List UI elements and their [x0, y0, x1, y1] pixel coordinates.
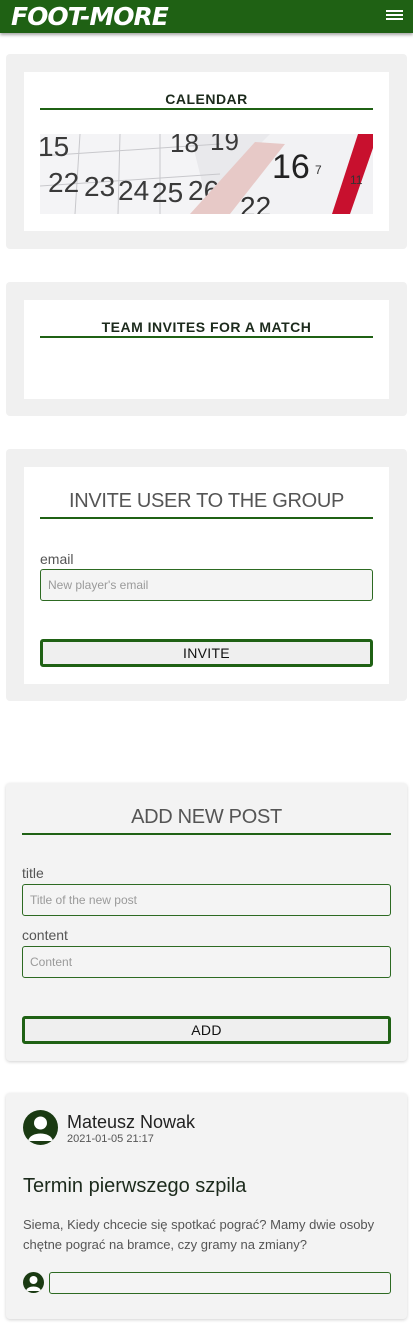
calendar-image: 15 22 23 24 25 26 18 19 16 7 11 22: [40, 134, 373, 214]
invite-user-card: INVITE USER TO THE GROUP email INVITE: [24, 467, 389, 684]
svg-text:25: 25: [152, 177, 183, 208]
app-logo[interactable]: FOOT-MORE: [11, 2, 169, 32]
calendar-card: CALENDAR 15 22 23 24 25 26 18 19 16 7 11…: [24, 72, 389, 231]
post-author[interactable]: Mateusz Nowak: [67, 1112, 195, 1132]
email-label: email: [40, 551, 74, 567]
post-timestamp: 2021-01-05 21:17: [67, 1133, 154, 1145]
add-post-button-label: ADD: [191, 1022, 222, 1038]
svg-text:22: 22: [48, 167, 79, 198]
svg-text:11: 11: [350, 173, 363, 187]
svg-text:18: 18: [170, 134, 199, 158]
invite-user-title-underline: [40, 517, 373, 519]
calendar-panel: CALENDAR 15 22 23 24 25 26 18 19 16 7 11…: [6, 54, 407, 249]
post-body: Siema, Kiedy chcecie się spotkać pograć?…: [23, 1217, 375, 1252]
svg-text:24: 24: [118, 175, 149, 206]
comment-input[interactable]: [49, 1272, 391, 1294]
svg-text:23: 23: [84, 171, 115, 202]
post-title-field[interactable]: [22, 884, 391, 916]
svg-text:16: 16: [272, 148, 310, 186]
invite-button[interactable]: INVITE: [40, 639, 373, 667]
svg-text:19: 19: [210, 134, 239, 156]
svg-text:22: 22: [240, 191, 271, 214]
invite-user-title: INVITE USER TO THE GROUP: [68, 490, 345, 512]
post-content-label: content: [22, 927, 68, 943]
add-post-title-underline: [22, 833, 391, 835]
author-avatar-icon[interactable]: [23, 1110, 58, 1145]
hamburger-menu-icon[interactable]: [386, 10, 403, 24]
email-field[interactable]: [40, 569, 373, 601]
team-invites-title-underline: [40, 336, 373, 338]
add-post-title: ADD NEW POST: [131, 806, 282, 828]
svg-text:7: 7: [315, 163, 322, 177]
svg-text:15: 15: [40, 134, 69, 162]
team-invites-title: TEAM INVITES FOR A MATCH: [101, 319, 312, 335]
team-invites-card: TEAM INVITES FOR A MATCH: [24, 300, 389, 399]
post-title-label: title: [22, 865, 44, 881]
commenter-avatar-icon: [23, 1272, 44, 1293]
post-content-field[interactable]: [22, 946, 391, 978]
team-invites-panel: TEAM INVITES FOR A MATCH: [6, 282, 407, 416]
invite-button-label: INVITE: [183, 645, 230, 661]
logo-text: FOOT-MORE: [11, 2, 169, 31]
post-title: Termin pierwszego szpila: [23, 1175, 247, 1197]
calendar-title-underline: [40, 108, 373, 110]
calendar-title: CALENDAR: [165, 91, 248, 107]
add-post-button[interactable]: ADD: [22, 1016, 391, 1044]
top-navbar: FOOT-MORE: [0, 0, 413, 33]
post-card: Mateusz Nowak 2021-01-05 21:17 Termin pi…: [6, 1093, 407, 1319]
invite-user-panel: INVITE USER TO THE GROUP email INVITE: [6, 449, 407, 701]
add-post-card: ADD NEW POST title content ADD: [6, 783, 407, 1061]
